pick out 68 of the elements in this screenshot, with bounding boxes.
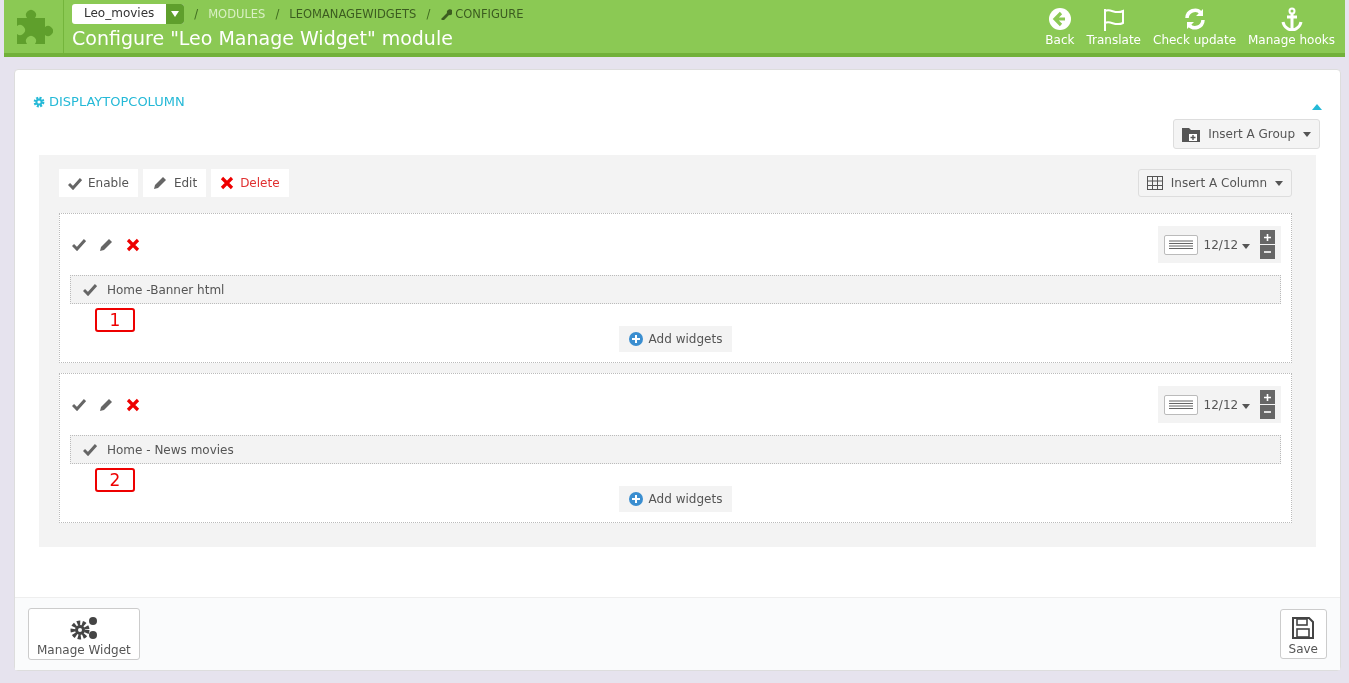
- caret-up-icon: [1312, 103, 1322, 110]
- check-icon: [72, 398, 86, 411]
- delete-button[interactable]: Delete: [211, 169, 289, 197]
- plus-icon: [1264, 233, 1271, 241]
- pencil-icon: [98, 236, 114, 253]
- section-heading: DISPLAYTOPCOLUMN: [49, 94, 185, 109]
- delete-column-button[interactable]: [126, 237, 140, 252]
- insert-group-button[interactable]: Insert A Group: [1173, 119, 1320, 149]
- enable-column-button[interactable]: [72, 238, 86, 251]
- shop-selector[interactable]: Leo_movies: [72, 3, 185, 24]
- cross-icon: [220, 176, 235, 190]
- save-button[interactable]: Save: [1279, 609, 1327, 659]
- check-icon: [68, 176, 82, 190]
- increase-button[interactable]: [1260, 230, 1275, 244]
- caret-down-icon: [1275, 180, 1283, 186]
- insert-column-button[interactable]: Insert A Column: [1137, 169, 1292, 197]
- callout-label: 2: [95, 468, 135, 492]
- plus-circle-icon: [628, 332, 643, 346]
- breadcrumb-link[interactable]: LEOMANAGEWIDGETS: [289, 6, 417, 21]
- delete-column-button[interactable]: [126, 397, 140, 412]
- enable-button[interactable]: Enable: [59, 169, 138, 197]
- check-icon: [83, 283, 97, 296]
- widget-name: Home -Banner html: [107, 282, 225, 297]
- width-dropdown[interactable]: 12/12: [1201, 237, 1256, 252]
- width-dropdown[interactable]: 12/12: [1201, 397, 1256, 412]
- breadcrumb-separator: /: [426, 6, 431, 21]
- minus-icon: [1264, 251, 1271, 253]
- check-icon: [72, 238, 86, 251]
- enable-column-button[interactable]: [72, 398, 86, 411]
- edit-column-button[interactable]: [98, 396, 114, 413]
- cross-icon: [126, 237, 140, 252]
- caret-down-icon: [1303, 131, 1311, 137]
- widget-name: Home - News movies: [107, 442, 234, 457]
- increase-button[interactable]: [1260, 390, 1275, 404]
- anchor-icon: [1279, 6, 1304, 31]
- decrease-button[interactable]: [1260, 245, 1275, 259]
- cross-icon: [126, 397, 140, 412]
- pencil-icon: [98, 396, 114, 413]
- edit-column-button[interactable]: [98, 236, 114, 253]
- callout-label: 1: [95, 308, 135, 332]
- breadcrumb-text: CONFIGURE: [455, 6, 524, 21]
- lines-icon: [1168, 239, 1193, 250]
- lines-icon: [1168, 399, 1193, 410]
- page-title: Configure "Leo Manage Widget" module: [72, 25, 454, 50]
- breadcrumb-separator: /: [194, 6, 199, 21]
- folder-plus-icon: [1182, 126, 1201, 142]
- caret-down-icon: [1242, 243, 1250, 249]
- gear-icon: [33, 95, 45, 108]
- add-widgets-button[interactable]: Add widgets: [618, 486, 733, 512]
- width-toggle-button[interactable]: [1163, 234, 1198, 255]
- plus-icon: [1264, 393, 1271, 401]
- refresh-icon: [1182, 6, 1207, 31]
- decrease-button[interactable]: [1260, 405, 1275, 419]
- width-toggle-button[interactable]: [1163, 394, 1198, 415]
- add-widgets-button[interactable]: Add widgets: [618, 326, 733, 352]
- wrench-icon: [440, 7, 453, 20]
- caret-down-icon: [171, 10, 180, 17]
- manage-widget-button[interactable]: Manage Widget: [28, 608, 140, 660]
- pencil-icon: [151, 175, 168, 191]
- puzzle-piece-icon: [14, 7, 53, 46]
- caret-down-icon: [1242, 403, 1250, 409]
- check-icon: [83, 443, 97, 456]
- grid-icon: [1146, 176, 1163, 190]
- edit-button[interactable]: Edit: [142, 169, 207, 197]
- breadcrumb-separator: /: [275, 6, 280, 21]
- flag-icon: [1101, 6, 1126, 31]
- minus-icon: [1264, 411, 1271, 413]
- plus-circle-icon: [628, 492, 643, 506]
